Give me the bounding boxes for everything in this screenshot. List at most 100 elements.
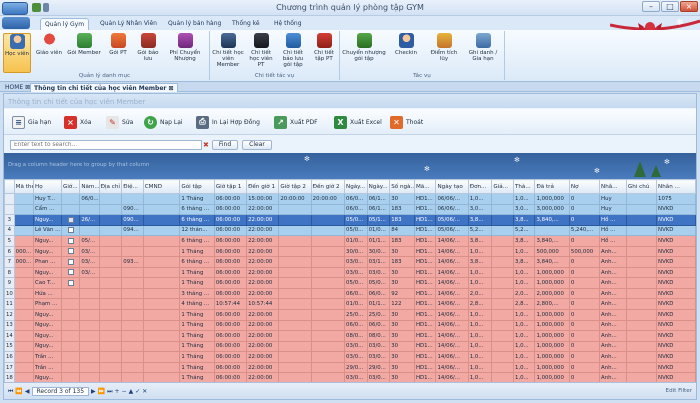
table-cell[interactable] bbox=[625, 203, 658, 216]
table-cell[interactable] bbox=[625, 277, 658, 289]
table-cell[interactable] bbox=[625, 298, 658, 310]
table-cell[interactable]: 0 bbox=[568, 193, 601, 205]
table-cell[interactable]: 183 bbox=[389, 203, 415, 216]
row-indicator[interactable]: 4 bbox=[4, 224, 15, 237]
table-cell[interactable] bbox=[625, 361, 658, 374]
table-row[interactable]: 7 000... Phan ... 03/... 093... 6 tháng ... 06… bbox=[4, 256, 696, 268]
table-row[interactable]: 18 Nguy... 1 Tháng 06:00:00 22:00:00 03/0... 0… bbox=[4, 372, 696, 382]
table-cell[interactable]: 500,000 bbox=[568, 245, 601, 258]
table-cell[interactable]: 000... bbox=[13, 245, 35, 258]
remove-record-icon[interactable]: − bbox=[122, 388, 127, 395]
table-cell[interactable]: Anh... bbox=[599, 245, 627, 258]
table-cell[interactable] bbox=[310, 256, 346, 268]
table-cell[interactable]: 08/0... bbox=[344, 330, 368, 342]
table-cell[interactable]: 0 bbox=[568, 256, 601, 268]
gender-cell[interactable] bbox=[61, 298, 81, 310]
table-cell[interactable] bbox=[310, 245, 346, 258]
table-cell[interactable] bbox=[278, 277, 312, 289]
gender-cell[interactable] bbox=[61, 214, 81, 226]
table-cell[interactable]: NVKD bbox=[656, 214, 696, 226]
table-cell[interactable]: HD1... bbox=[413, 372, 437, 382]
table-cell[interactable]: 1075 bbox=[656, 193, 696, 205]
table-cell[interactable]: 1,0... bbox=[512, 193, 536, 205]
table-cell[interactable]: 14/06/... bbox=[435, 361, 469, 374]
table-cell[interactable]: Nguy... bbox=[33, 319, 63, 332]
table-cell[interactable]: NVKD bbox=[656, 256, 696, 268]
table-cell[interactable]: 30 bbox=[389, 319, 415, 332]
table-cell[interactable]: 06/0... bbox=[344, 319, 368, 332]
table-cell[interactable]: 29/0... bbox=[366, 361, 391, 374]
table-cell[interactable] bbox=[310, 340, 346, 353]
gia-han-button[interactable]: ≡ Gia hạn bbox=[12, 114, 51, 130]
table-cell[interactable]: 3,840,... bbox=[534, 256, 570, 268]
table-row[interactable]: 16 Trần ... 1 Tháng 06:00:00 22:00:00 03/0...… bbox=[4, 351, 696, 363]
table-cell[interactable]: 06:00:00 bbox=[213, 330, 248, 342]
table-cell[interactable]: 30 bbox=[389, 361, 415, 374]
table-cell[interactable]: 03/... bbox=[79, 245, 100, 258]
table-cell[interactable]: 6 tháng ... bbox=[179, 214, 215, 226]
table-cell[interactable]: 0 bbox=[568, 203, 601, 216]
table-cell[interactable]: 22:00:00 bbox=[246, 214, 280, 226]
table-cell[interactable]: Nguy... bbox=[33, 340, 63, 353]
table-cell[interactable] bbox=[278, 224, 312, 237]
table-cell[interactable]: 3,8... bbox=[467, 214, 493, 226]
table-cell[interactable]: Phan ... bbox=[33, 256, 63, 268]
table-cell[interactable] bbox=[625, 372, 658, 382]
table-cell[interactable]: 30/0... bbox=[366, 245, 391, 258]
table-cell[interactable]: 3 tháng ... bbox=[179, 287, 215, 300]
table-cell[interactable]: 06:00:00 bbox=[213, 224, 248, 237]
table-cell[interactable] bbox=[491, 351, 514, 363]
table-cell[interactable]: Anh... bbox=[599, 256, 627, 268]
table-cell[interactable]: NVKD bbox=[656, 203, 696, 216]
row-indicator[interactable]: 12 bbox=[4, 309, 15, 321]
table-cell[interactable]: 1,0... bbox=[467, 277, 493, 289]
table-cell[interactable]: 03/0... bbox=[366, 340, 391, 353]
table-cell[interactable]: 01/0... bbox=[366, 224, 391, 237]
row-indicator[interactable] bbox=[4, 193, 15, 205]
table-cell[interactable] bbox=[534, 224, 570, 237]
clear-search-icon[interactable]: ✖ bbox=[203, 140, 211, 150]
table-cell[interactable] bbox=[79, 203, 100, 216]
table-cell[interactable]: 25/0... bbox=[344, 309, 368, 321]
table-cell[interactable]: 3,8... bbox=[512, 214, 536, 226]
table-cell[interactable] bbox=[121, 351, 144, 363]
column-header[interactable]: Giả... bbox=[491, 179, 514, 194]
chi-tiet-hoc-vien-pt-button[interactable]: Chi tiết học viên PT bbox=[246, 33, 276, 68]
row-indicator[interactable]: 11 bbox=[4, 298, 15, 310]
table-cell[interactable]: HD1... bbox=[413, 193, 437, 205]
table-cell[interactable] bbox=[98, 330, 123, 342]
table-cell[interactable]: 06/0... bbox=[79, 193, 100, 205]
table-cell[interactable]: 2,8... bbox=[467, 298, 493, 310]
table-cell[interactable]: 1,000,000 bbox=[534, 193, 570, 205]
table-cell[interactable]: 1 Tháng bbox=[179, 277, 215, 289]
table-cell[interactable] bbox=[98, 351, 123, 363]
table-cell[interactable] bbox=[278, 319, 312, 332]
table-row[interactable]: 17 Trần ... 1 Tháng 06:00:00 22:00:00 29/0...… bbox=[4, 361, 696, 374]
table-cell[interactable]: 03/0... bbox=[344, 372, 368, 382]
table-cell[interactable] bbox=[98, 340, 123, 353]
table-row[interactable]: 9 Cao T... 1 Tháng 06:00:00 22:00:00 05/0... 0… bbox=[4, 277, 696, 289]
gender-cell[interactable] bbox=[61, 309, 81, 321]
table-cell[interactable] bbox=[121, 277, 144, 289]
table-cell[interactable] bbox=[491, 245, 514, 258]
table-cell[interactable]: 06:00:00 bbox=[213, 340, 248, 353]
table-cell[interactable] bbox=[278, 287, 312, 300]
table-cell[interactable] bbox=[13, 361, 35, 374]
table-cell[interactable] bbox=[98, 203, 123, 216]
table-cell[interactable] bbox=[625, 319, 658, 332]
table-cell[interactable]: 29/0... bbox=[344, 361, 368, 374]
table-cell[interactable] bbox=[625, 245, 658, 258]
column-header[interactable]: Nợ bbox=[568, 179, 601, 194]
row-indicator[interactable]: 8 bbox=[4, 266, 15, 279]
table-cell[interactable]: 03/0... bbox=[344, 256, 368, 268]
table-cell[interactable] bbox=[121, 235, 144, 247]
table-cell[interactable]: 3,840,... bbox=[534, 214, 570, 226]
table-cell[interactable] bbox=[13, 235, 35, 247]
table-cell[interactable]: 06:00:00 bbox=[213, 309, 248, 321]
table-cell[interactable]: Anh... bbox=[599, 372, 627, 382]
table-cell[interactable]: 06/0... bbox=[366, 319, 391, 332]
table-cell[interactable]: 1,0... bbox=[512, 245, 536, 258]
table-cell[interactable]: 1,000,000 bbox=[534, 309, 570, 321]
table-cell[interactable]: 1,000,000 bbox=[534, 372, 570, 382]
table-cell[interactable] bbox=[278, 361, 312, 374]
